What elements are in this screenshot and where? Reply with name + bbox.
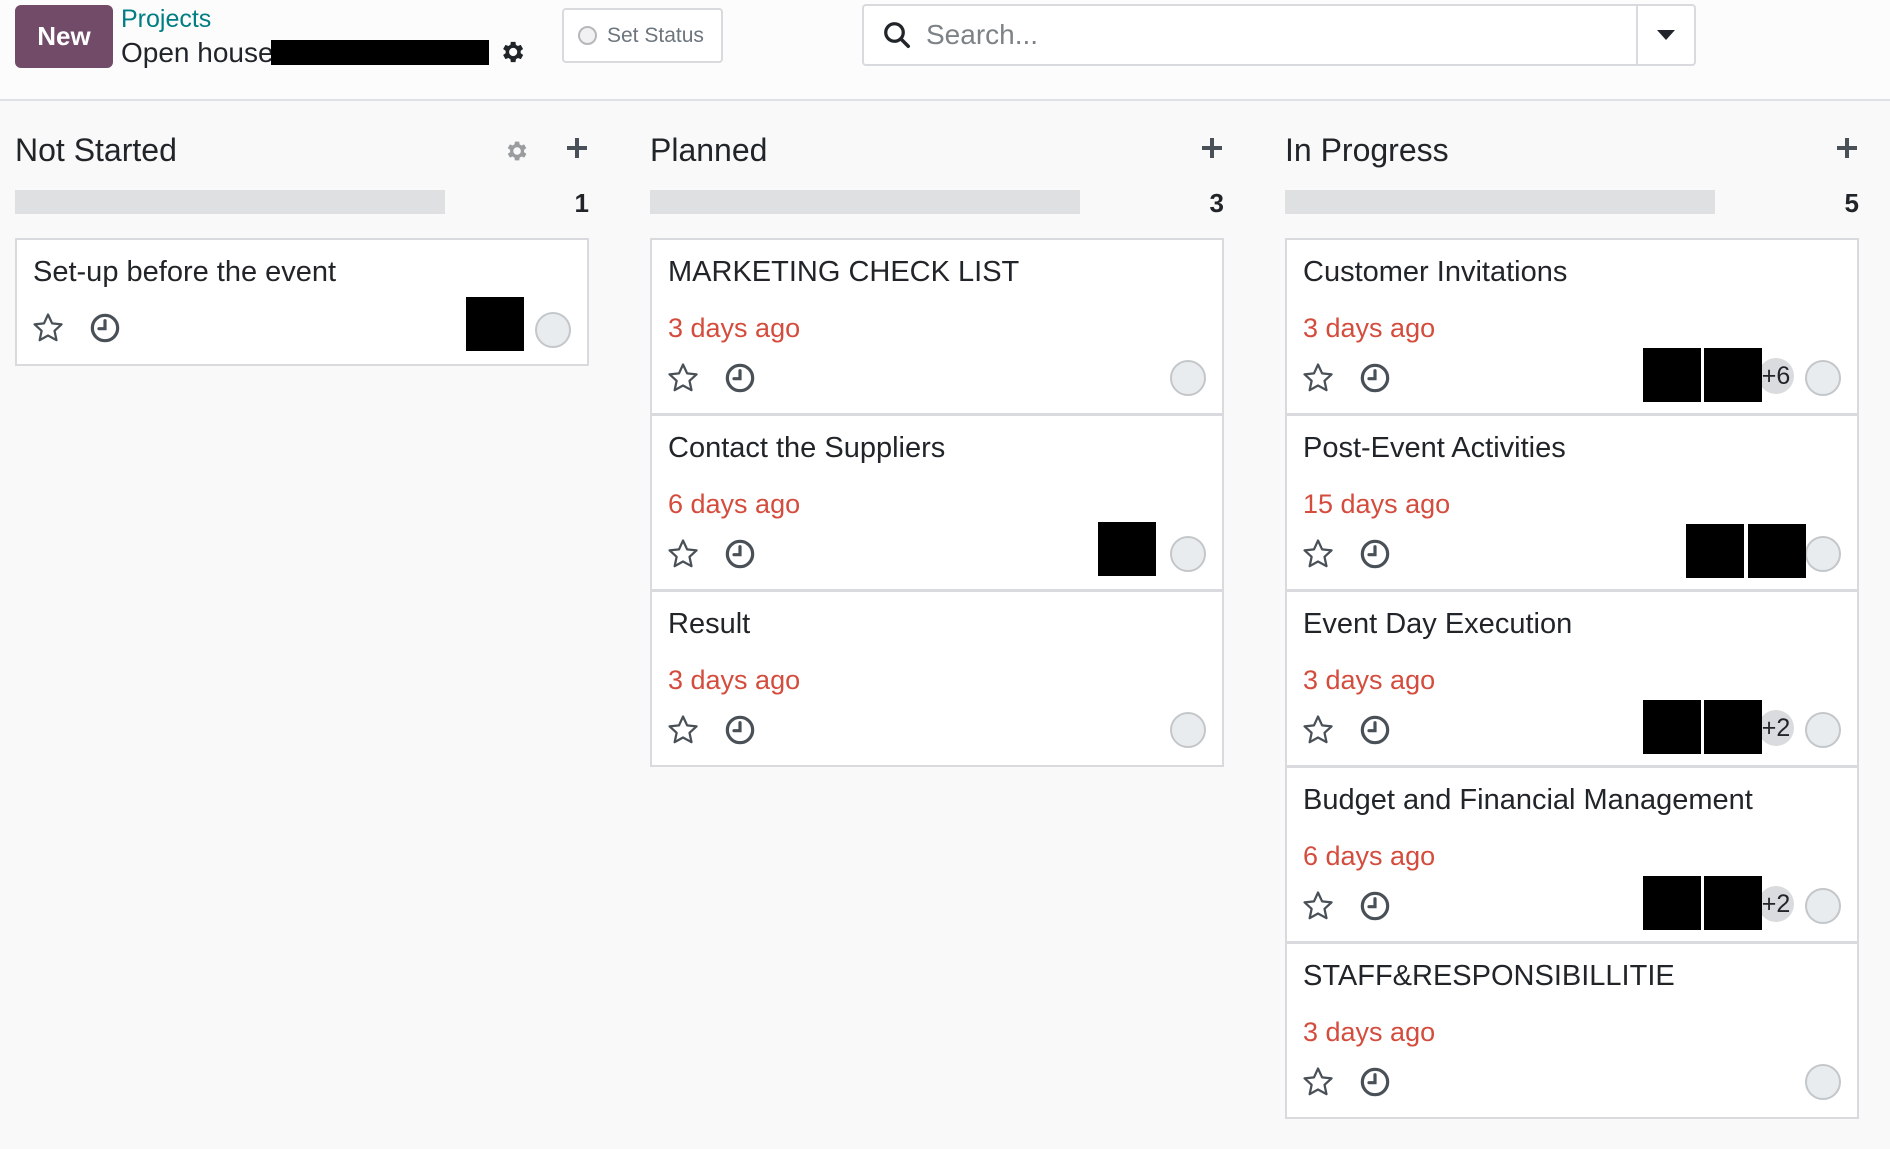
gear-icon[interactable] (503, 138, 529, 164)
star-icon[interactable] (666, 361, 700, 395)
star-icon[interactable] (1301, 361, 1335, 395)
avatar[interactable] (1686, 524, 1744, 578)
set-status-button[interactable]: Set Status (562, 8, 723, 63)
task-status-circle[interactable] (1805, 888, 1841, 924)
more-assignees-badge[interactable]: +2 (1758, 710, 1794, 746)
task-status-circle[interactable] (1170, 712, 1206, 748)
avatar[interactable] (1643, 348, 1701, 402)
clock-icon[interactable] (724, 714, 756, 746)
task-card[interactable]: Event Day Execution 3 days ago +2 (1285, 590, 1859, 767)
task-deadline: 3 days ago (668, 665, 801, 695)
star-icon[interactable] (666, 713, 700, 747)
plus-icon[interactable] (1835, 136, 1859, 160)
task-deadline: 3 days ago (668, 313, 801, 343)
task-card[interactable]: Customer Invitations 3 days ago +6 (1285, 238, 1859, 415)
task-status-circle[interactable] (1805, 360, 1841, 396)
task-status-circle[interactable] (1805, 712, 1841, 748)
clock-icon[interactable] (89, 312, 121, 344)
avatar[interactable] (1643, 876, 1701, 930)
gear-icon[interactable] (498, 38, 526, 66)
task-card[interactable]: Set-up before the event (15, 238, 589, 366)
task-deadline: 15 days ago (1303, 489, 1451, 519)
task-title: Customer Invitations (1303, 256, 1568, 288)
star-icon[interactable] (1301, 889, 1335, 923)
star-icon[interactable] (31, 311, 65, 345)
caret-down-icon (1657, 30, 1675, 40)
column-title[interactable]: Not Started (15, 132, 177, 169)
star-icon[interactable] (1301, 537, 1335, 571)
column-not-started: Not Started 1 Set-up before the event (15, 100, 589, 366)
task-deadline: 3 days ago (1303, 665, 1436, 695)
new-button[interactable]: New (15, 5, 113, 68)
search-options-toggle[interactable] (1636, 6, 1694, 64)
task-card[interactable]: Post-Event Activities 15 days ago (1285, 414, 1859, 591)
task-status-circle[interactable] (1805, 536, 1841, 572)
search-input[interactable] (924, 14, 1628, 56)
column-count: 1 (574, 188, 589, 218)
task-deadline: 6 days ago (668, 489, 801, 519)
column-progress-bar[interactable] (650, 190, 1080, 214)
task-deadline: 3 days ago (1303, 313, 1436, 343)
task-title: Event Day Execution (1303, 608, 1573, 640)
clock-icon[interactable] (1359, 538, 1391, 570)
task-title: Set-up before the event (33, 256, 337, 288)
more-assignees-badge[interactable]: +6 (1758, 358, 1794, 394)
set-status-label: Set Status (607, 23, 704, 47)
plus-icon[interactable] (565, 136, 589, 160)
star-icon[interactable] (1301, 713, 1335, 747)
clock-icon[interactable] (1359, 890, 1391, 922)
avatar[interactable] (1098, 522, 1156, 576)
task-status-circle[interactable] (1170, 536, 1206, 572)
clock-icon[interactable] (724, 538, 756, 570)
clock-icon[interactable] (1359, 714, 1391, 746)
column-in-progress: In Progress 5 Customer Invitations 3 day… (1285, 100, 1859, 1119)
task-title: STAFF&RESPONSIBILLITIE (1303, 960, 1675, 992)
avatar[interactable] (466, 297, 524, 351)
breadcrumb-current: Open house (121, 37, 274, 68)
task-card[interactable]: STAFF&RESPONSIBILLITIE 3 days ago (1285, 942, 1859, 1119)
task-title: Budget and Financial Management (1303, 784, 1753, 816)
star-icon[interactable] (666, 537, 700, 571)
task-deadline: 3 days ago (1303, 1017, 1436, 1047)
task-deadline: 6 days ago (1303, 841, 1436, 871)
task-status-circle[interactable] (1170, 360, 1206, 396)
plus-icon[interactable] (1200, 136, 1224, 160)
column-count: 5 (1844, 188, 1859, 218)
task-card[interactable]: Budget and Financial Management 6 days a… (1285, 766, 1859, 943)
task-status-circle[interactable] (535, 312, 571, 348)
task-card[interactable]: MARKETING CHECK LIST 3 days ago (650, 238, 1224, 415)
avatar[interactable] (1704, 876, 1762, 930)
column-count: 3 (1209, 188, 1224, 218)
task-title: Contact the Suppliers (668, 432, 946, 464)
task-title: MARKETING CHECK LIST (668, 256, 1020, 288)
task-card[interactable]: Contact the Suppliers 6 days ago (650, 414, 1224, 591)
status-circle-icon (578, 26, 597, 45)
column-progress-bar[interactable] (15, 190, 445, 214)
column-header: Planned 3 (650, 100, 1224, 218)
task-title: Result (668, 608, 751, 640)
avatar[interactable] (1704, 348, 1762, 402)
avatar[interactable] (1748, 524, 1806, 578)
redacted-text (271, 40, 489, 65)
search-bar (862, 4, 1696, 66)
column-header: Not Started 1 (15, 100, 589, 218)
control-panel: New Projects Open house Set Status (0, 0, 1890, 101)
task-title: Post-Event Activities (1303, 432, 1566, 464)
task-card[interactable]: Result 3 days ago (650, 590, 1224, 767)
column-title[interactable]: In Progress (1285, 132, 1449, 169)
column-title[interactable]: Planned (650, 132, 767, 169)
column-planned: Planned 3 MARKETING CHECK LIST 3 days ag… (650, 100, 1224, 767)
clock-icon[interactable] (724, 362, 756, 394)
breadcrumb-projects-link[interactable]: Projects (121, 5, 211, 34)
avatar[interactable] (1704, 700, 1762, 754)
search-icon (884, 22, 910, 48)
clock-icon[interactable] (1359, 362, 1391, 394)
clock-icon[interactable] (1359, 1066, 1391, 1098)
column-header: In Progress 5 (1285, 100, 1859, 218)
avatar[interactable] (1643, 700, 1701, 754)
star-icon[interactable] (1301, 1065, 1335, 1099)
column-progress-bar[interactable] (1285, 190, 1715, 214)
task-status-circle[interactable] (1805, 1064, 1841, 1100)
more-assignees-badge[interactable]: +2 (1758, 886, 1794, 922)
